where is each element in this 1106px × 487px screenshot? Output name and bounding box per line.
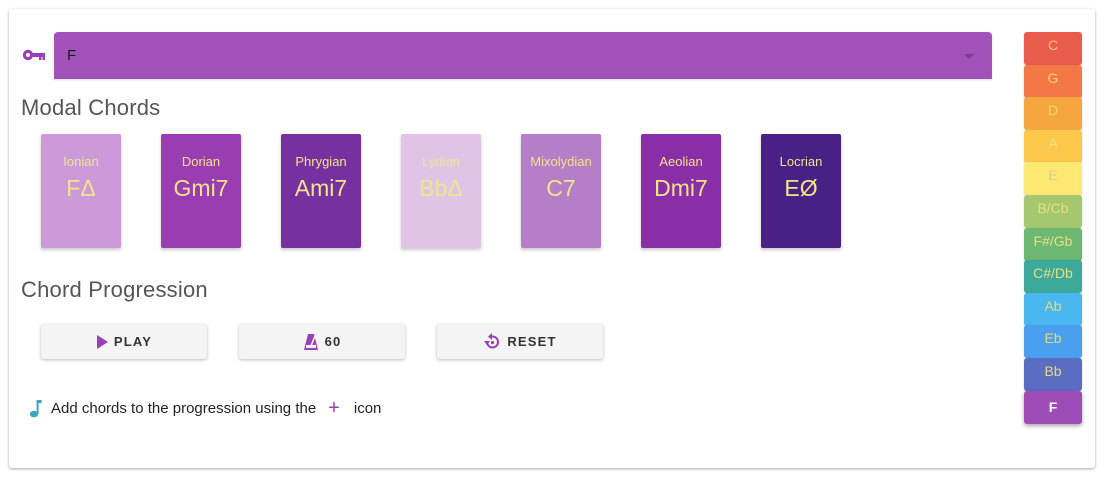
mode-name: Mixolydian xyxy=(530,154,592,169)
tempo-button[interactable]: 60 xyxy=(239,324,405,359)
key-chip[interactable]: Bb xyxy=(1024,358,1082,391)
key-chip[interactable]: F#/Gb xyxy=(1024,227,1082,261)
reset-button[interactable]: RESET xyxy=(437,324,603,359)
mode-card-locrian[interactable]: Locrian EØ xyxy=(761,134,841,248)
reset-label: RESET xyxy=(507,334,557,349)
play-button[interactable]: PLAY xyxy=(41,324,207,359)
mode-card-lydian[interactable]: Lydian BbΔ xyxy=(401,134,481,248)
mode-name: Dorian xyxy=(181,154,221,169)
mode-card-ionian[interactable]: Ionian FΔ xyxy=(41,134,121,248)
hint-text: Add chords to the progression using the xyxy=(51,399,317,417)
mode-chord: Gmi7 xyxy=(173,175,229,201)
mode-chord: FΔ xyxy=(66,175,96,201)
key-chip[interactable]: G xyxy=(1024,64,1082,98)
key-chip[interactable]: D xyxy=(1024,97,1082,131)
mode-chord: BbΔ xyxy=(419,175,463,201)
music-note-icon xyxy=(29,400,42,418)
key-chip[interactable]: Ab xyxy=(1024,292,1082,326)
key-select[interactable]: F xyxy=(54,32,992,79)
key-chip[interactable]: C#/Db xyxy=(1024,260,1082,294)
mode-name: Phrygian xyxy=(295,154,347,169)
modal-chords-title: Modal Chords xyxy=(21,95,161,120)
key-chip[interactable]: Eb xyxy=(1024,325,1082,359)
key-icon xyxy=(22,49,45,61)
mode-card-phrygian[interactable]: Phrygian Ami7 xyxy=(281,134,361,248)
play-label: PLAY xyxy=(113,334,153,349)
mode-chord: Dmi7 xyxy=(654,175,708,201)
mode-name: Locrian xyxy=(779,154,823,169)
mode-name: Aeolian xyxy=(659,154,703,169)
mode-name: Lydian xyxy=(422,154,460,169)
plus-icon: + xyxy=(328,397,340,419)
mode-card-mixolydian[interactable]: Mixolydian C7 xyxy=(521,134,601,248)
key-chip[interactable]: F xyxy=(1024,390,1082,424)
key-select-value: F xyxy=(67,47,77,64)
mode-card-dorian[interactable]: Dorian Gmi7 xyxy=(161,134,241,248)
mode-chord: Ami7 xyxy=(294,175,348,201)
progression-hint: Add chords to the progression using the … xyxy=(29,397,381,419)
key-chip[interactable]: C xyxy=(1024,32,1082,65)
mode-chord: C7 xyxy=(546,175,576,201)
mode-card-aeolian[interactable]: Aeolian Dmi7 xyxy=(641,134,721,248)
key-chip[interactable]: B/Cb xyxy=(1024,195,1082,228)
play-icon xyxy=(96,334,108,349)
chevron-down-icon[interactable] xyxy=(964,54,974,59)
metronome-icon xyxy=(303,333,318,350)
hint-text-after: icon xyxy=(353,399,382,417)
key-chip[interactable]: E xyxy=(1024,162,1082,196)
mode-name: Ionian xyxy=(63,154,99,169)
reset-icon xyxy=(484,332,500,348)
key-chip[interactable]: A xyxy=(1024,129,1082,163)
tempo-label: 60 xyxy=(324,334,342,349)
mode-chord: EØ xyxy=(784,175,818,201)
chord-progression-title: Chord Progression xyxy=(21,277,208,302)
